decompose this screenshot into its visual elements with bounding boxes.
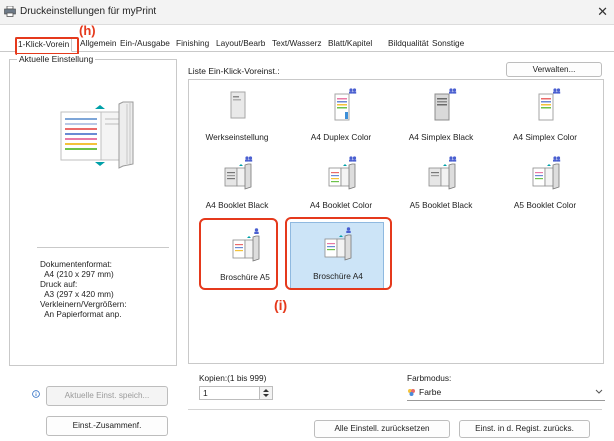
chevron-down-icon bbox=[595, 389, 603, 394]
tab-finishing[interactable]: Finishing bbox=[174, 37, 211, 50]
preset-label: A4 Duplex Color bbox=[310, 132, 372, 142]
copies-value: 1 bbox=[203, 388, 208, 398]
info-line: A4 (210 x 297 mm) bbox=[40, 270, 114, 279]
settings-summary-button[interactable]: Einst.-Zusammenf. bbox=[46, 416, 168, 436]
preset-label: A5 Booklet Black bbox=[409, 200, 473, 210]
color-mode-label: Farbmodus: bbox=[407, 373, 452, 383]
color-mode-value: Farbe bbox=[419, 387, 442, 397]
preset-item-a4-simplex-black[interactable]: A4 Simplex Black bbox=[399, 84, 483, 148]
callout-h-label: (h) bbox=[79, 23, 96, 38]
close-icon[interactable]: ✕ bbox=[597, 4, 608, 20]
callout-i-label: (i) bbox=[274, 297, 288, 313]
group-icon bbox=[245, 156, 253, 162]
info-line: A3 (297 x 420 mm) bbox=[40, 290, 114, 299]
group-icon bbox=[449, 88, 457, 94]
preset-label: A5 Booklet Color bbox=[513, 200, 577, 210]
color-mode-select[interactable]: Farbe bbox=[407, 385, 605, 401]
tab-layout[interactable]: Layout/Bearb bbox=[214, 37, 267, 50]
duplex-page-icon bbox=[334, 88, 357, 121]
info-icon bbox=[32, 390, 40, 398]
copies-label: Kopien:(1 bis 999) bbox=[199, 373, 267, 383]
preset-item-a5-booklet-black[interactable]: A5 Booklet Black bbox=[399, 152, 483, 216]
info-line: Druck auf: bbox=[40, 280, 78, 289]
info-line: An Papierformat anp. bbox=[40, 310, 122, 319]
preset-label: A4 Booklet Color bbox=[309, 200, 373, 210]
preset-label: Werkseinstellung bbox=[205, 132, 269, 142]
group-icon bbox=[553, 88, 561, 94]
info-line: Dokumentenformat: bbox=[40, 260, 112, 269]
preset-item-werkseinstellung[interactable]: Werkseinstellung bbox=[195, 84, 279, 148]
booklet-icon bbox=[428, 156, 457, 190]
preset-item-a4-duplex-color[interactable]: A4 Duplex Color bbox=[299, 84, 383, 148]
callout-i-box-a5 bbox=[199, 218, 278, 290]
group-icon bbox=[449, 156, 457, 162]
divider bbox=[188, 409, 602, 410]
single-page-icon bbox=[538, 88, 561, 121]
manage-button[interactable]: Verwalten... bbox=[506, 62, 602, 77]
divider bbox=[37, 247, 169, 248]
tab-bar: 1-Klick-Vorein Allgemein Ein-/Ausgabe Fi… bbox=[0, 37, 614, 52]
current-setting-title: Aktuelle Einstellung bbox=[17, 54, 96, 64]
copies-spinner[interactable]: 1 bbox=[199, 386, 273, 400]
info-line: Verkleinern/Vergrößern: bbox=[40, 300, 127, 309]
spinner-arrows-icon[interactable] bbox=[259, 387, 272, 399]
booklet-preview-image bbox=[60, 101, 134, 169]
color-palette-icon bbox=[408, 389, 415, 396]
booklet-icon bbox=[224, 156, 253, 190]
title-bar: Druckeinstellungen für myPrint ✕ bbox=[0, 0, 614, 25]
reset-registry-button[interactable]: Einst. in d. Regist. zurücks. bbox=[459, 420, 590, 438]
preset-list-label: Liste Ein-Klick-Voreinst.: bbox=[188, 66, 280, 76]
tab-general[interactable]: Allgemein bbox=[78, 37, 118, 50]
save-current-setting-button[interactable]: Aktuelle Einst. speich... bbox=[46, 386, 168, 406]
reset-all-button[interactable]: Alle Einstell. zurücksetzen bbox=[314, 420, 450, 438]
single-page-icon bbox=[230, 91, 246, 119]
tab-sheet-chapter[interactable]: Blatt/Kapitel bbox=[326, 37, 374, 50]
preset-item-a5-booklet-color[interactable]: A5 Booklet Color bbox=[503, 152, 587, 216]
callout-i-box-a4 bbox=[285, 217, 392, 290]
tab-image-quality[interactable]: Bildqualität bbox=[386, 37, 431, 50]
tab-text-watermark[interactable]: Text/Wasserz bbox=[270, 37, 323, 50]
preset-label: A4 Booklet Black bbox=[205, 200, 269, 210]
preset-item-a4-booklet-black[interactable]: A4 Booklet Black bbox=[195, 152, 279, 216]
callout-h-box bbox=[15, 37, 79, 55]
current-setting-info: Dokumentenformat: A4 (210 x 297 mm) Druc… bbox=[40, 260, 126, 320]
preset-item-a4-simplex-color[interactable]: A4 Simplex Color bbox=[503, 84, 587, 148]
preset-item-a4-booklet-color[interactable]: A4 Booklet Color bbox=[299, 152, 383, 216]
booklet-icon bbox=[532, 156, 561, 190]
booklet-icon bbox=[328, 156, 357, 190]
group-icon bbox=[349, 156, 357, 162]
group-icon bbox=[553, 156, 561, 162]
single-page-icon bbox=[434, 88, 457, 121]
tab-other[interactable]: Sonstige bbox=[430, 37, 466, 50]
window-title: Druckeinstellungen für myPrint bbox=[20, 6, 157, 17]
group-icon bbox=[349, 88, 357, 94]
printer-icon bbox=[4, 6, 16, 17]
preset-label: A4 Simplex Black bbox=[408, 132, 474, 142]
preset-label: A4 Simplex Color bbox=[512, 132, 578, 142]
tab-input-output[interactable]: Ein-/Ausgabe bbox=[118, 37, 172, 50]
